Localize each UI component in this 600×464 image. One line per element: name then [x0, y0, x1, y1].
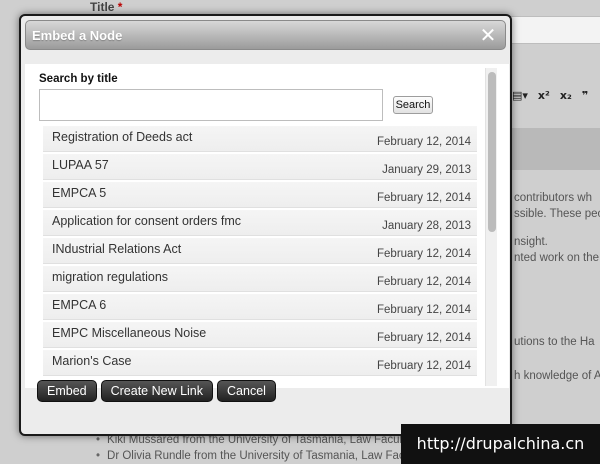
result-row[interactable]: LUPAA 57 January 29, 2013: [43, 154, 477, 180]
result-date: February 12, 2014: [377, 136, 471, 148]
create-new-link-button[interactable]: Create New Link: [100, 380, 214, 402]
search-input[interactable]: [39, 89, 383, 121]
result-date: February 12, 2014: [377, 192, 471, 204]
embed-button[interactable]: Embed: [37, 380, 97, 402]
site-watermark: http://drupalchina.cn: [401, 424, 600, 464]
result-title: EMPC Miscellaneous Noise: [52, 326, 207, 340]
subscript-icon[interactable]: x₂: [560, 89, 572, 102]
dialog-actions: Embed Create New Link Cancel: [37, 380, 276, 402]
result-date: February 12, 2014: [377, 360, 471, 372]
result-title: Marion's Case: [52, 354, 132, 368]
result-date: January 28, 2013: [382, 220, 471, 232]
search-button[interactable]: Search: [393, 96, 433, 114]
result-row[interactable]: Registration of Deeds act February 12, 2…: [43, 126, 477, 152]
required-mark: *: [117, 0, 123, 14]
result-title: EMPCA 5: [52, 186, 107, 200]
cancel-button[interactable]: Cancel: [217, 380, 276, 402]
body-text-line: utions to the Ha: [514, 336, 595, 348]
dialog-title: Embed a Node: [32, 28, 123, 43]
list-item: Kiki Mussared from the University of Tas…: [96, 434, 416, 450]
result-row[interactable]: EMPCA 5 February 12, 2014: [43, 182, 477, 208]
body-text-line: contributors wh: [514, 192, 592, 204]
body-text-line: h knowledge of A: [514, 370, 600, 382]
body-text-line: ssible. These peo: [514, 208, 600, 220]
embed-node-dialog: Embed a Node ✕ Search by title Search Re…: [19, 14, 512, 436]
dialog-titlebar: Embed a Node ✕: [25, 20, 506, 50]
editor-header-band: [510, 128, 600, 170]
result-row[interactable]: Application for consent orders fmc Janua…: [43, 210, 477, 236]
format-dropdown-icon[interactable]: ▤▾: [512, 89, 528, 102]
body-text-line: nsight.: [514, 236, 548, 248]
editor-toolbar: ▤▾ x² x₂ ❞: [510, 82, 600, 108]
result-title: INdustrial Relations Act: [52, 242, 182, 256]
result-row[interactable]: EMPCA 6 February 12, 2014: [43, 294, 477, 320]
result-row[interactable]: migration regulations February 12, 2014: [43, 266, 477, 292]
result-title: migration regulations: [52, 270, 169, 284]
result-date: January 29, 2013: [382, 164, 471, 176]
result-row[interactable]: Marion's Case February 12, 2014: [43, 350, 477, 376]
close-icon[interactable]: ✕: [479, 25, 497, 45]
contributor-list: Kiki Mussared from the University of Tas…: [96, 434, 416, 464]
result-date: February 12, 2014: [377, 276, 471, 288]
results-list: Registration of Deeds act February 12, 2…: [43, 126, 477, 388]
result-date: February 12, 2014: [377, 248, 471, 260]
title-input[interactable]: [510, 16, 600, 44]
scrollbar-thumb[interactable]: [488, 72, 496, 232]
list-item: Dr Olivia Rundle from the University of …: [96, 450, 416, 464]
result-row[interactable]: EMPC Miscellaneous Noise February 12, 20…: [43, 322, 477, 348]
dialog-content: Search by title Search Registration of D…: [25, 64, 509, 388]
superscript-icon[interactable]: x²: [538, 89, 550, 102]
title-field-label: Title *: [90, 0, 123, 14]
blockquote-icon[interactable]: ❞: [582, 89, 588, 102]
result-title: Registration of Deeds act: [52, 130, 193, 144]
result-title: Application for consent orders fmc: [52, 214, 241, 228]
result-title: LUPAA 57: [52, 158, 109, 172]
result-row[interactable]: INdustrial Relations Act February 12, 20…: [43, 238, 477, 264]
result-title: EMPCA 6: [52, 298, 107, 312]
result-date: February 12, 2014: [377, 332, 471, 344]
result-date: February 12, 2014: [377, 304, 471, 316]
results-scrollbar[interactable]: [485, 68, 497, 386]
search-label: Search by title: [39, 73, 118, 85]
body-text-line: nted work on the: [514, 252, 600, 264]
